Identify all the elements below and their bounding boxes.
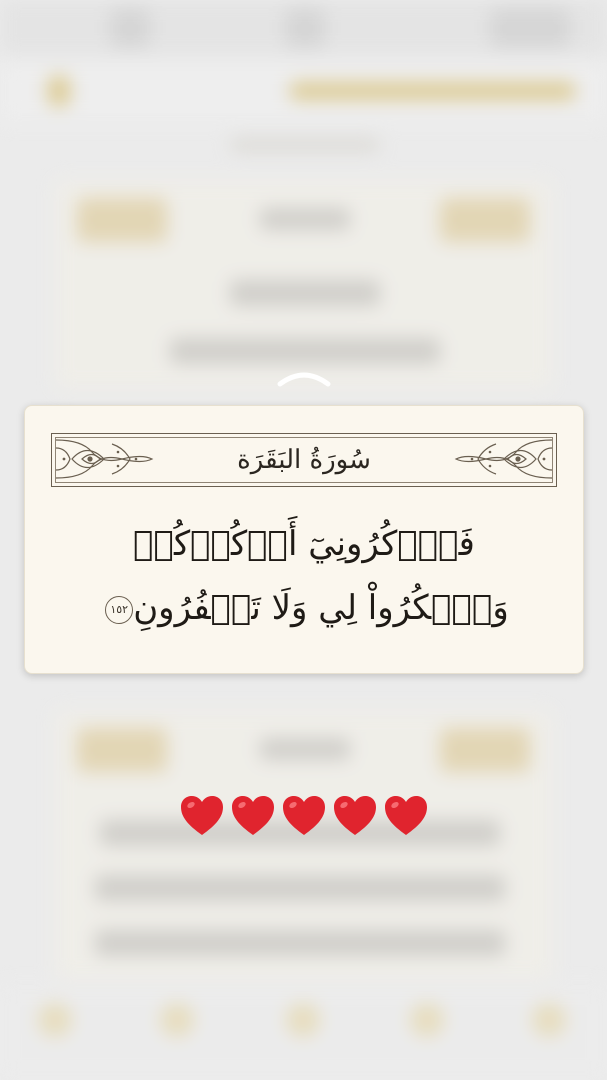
bg-gold-icon (48, 76, 70, 106)
bg-line (170, 338, 440, 364)
bg-top-bar (0, 0, 607, 55)
surah-header-frame: سُورَةُ البَقَرَة (51, 433, 557, 487)
bg-nav-icon (410, 1003, 444, 1037)
bg-line (260, 208, 350, 230)
red-heart-icon (283, 796, 325, 835)
surah-title: سُورَةُ البَقَرَة (237, 445, 371, 475)
verse-line-2-text: وَٱشۡكُرُواْ لِي وَلَا تَكۡفُرُونِ (133, 588, 509, 628)
ornament-left-icon (55, 439, 154, 479)
red-heart-icon (181, 796, 223, 835)
ayah-number-marker: ١٥٢ (105, 596, 134, 624)
red-heart-icon (334, 796, 376, 835)
red-heart-icon (385, 796, 427, 835)
bg-nav-icon (38, 1003, 72, 1037)
bg-page-panel (55, 180, 552, 390)
verse-line-1: فَٱذۡكُرُونِيٓ أَذۡكُرۡكُمۡ (133, 524, 475, 564)
bg-line (260, 738, 350, 760)
bg-top-button (490, 8, 570, 48)
red-heart-icon (232, 796, 274, 835)
bg-line (95, 875, 505, 901)
screen: سُورَةُ البَقَرَة فَٱذۡكُرُونِيٓ أَذۡكُر… (0, 0, 607, 1080)
ornament-right-icon (454, 439, 553, 479)
bg-header (0, 62, 607, 122)
hearts-row (178, 792, 430, 844)
bg-ornament (440, 728, 530, 772)
bg-top-button (285, 8, 325, 48)
bg-line (230, 138, 380, 152)
bg-top-button (110, 8, 150, 48)
bg-ornament (77, 198, 167, 242)
bg-ornament (77, 728, 167, 772)
bg-bottom-bar (0, 985, 607, 1080)
bg-line (95, 930, 505, 956)
bg-gold-title (290, 82, 575, 100)
bg-page-panel (55, 710, 552, 980)
verse-card[interactable]: سُورَةُ البَقَرَة فَٱذۡكُرُونِيٓ أَذۡكُر… (24, 405, 584, 674)
bg-nav-icon (160, 1003, 194, 1037)
chevron-up-icon[interactable] (274, 364, 334, 392)
bg-line (230, 280, 380, 306)
bg-ornament (440, 198, 530, 242)
verse-line-2: وَٱشۡكُرُواْ لِي وَلَا تَكۡفُرُونِ١٥٢ (45, 588, 563, 628)
bg-nav-icon (286, 1003, 320, 1037)
bg-nav-icon (532, 1003, 566, 1037)
